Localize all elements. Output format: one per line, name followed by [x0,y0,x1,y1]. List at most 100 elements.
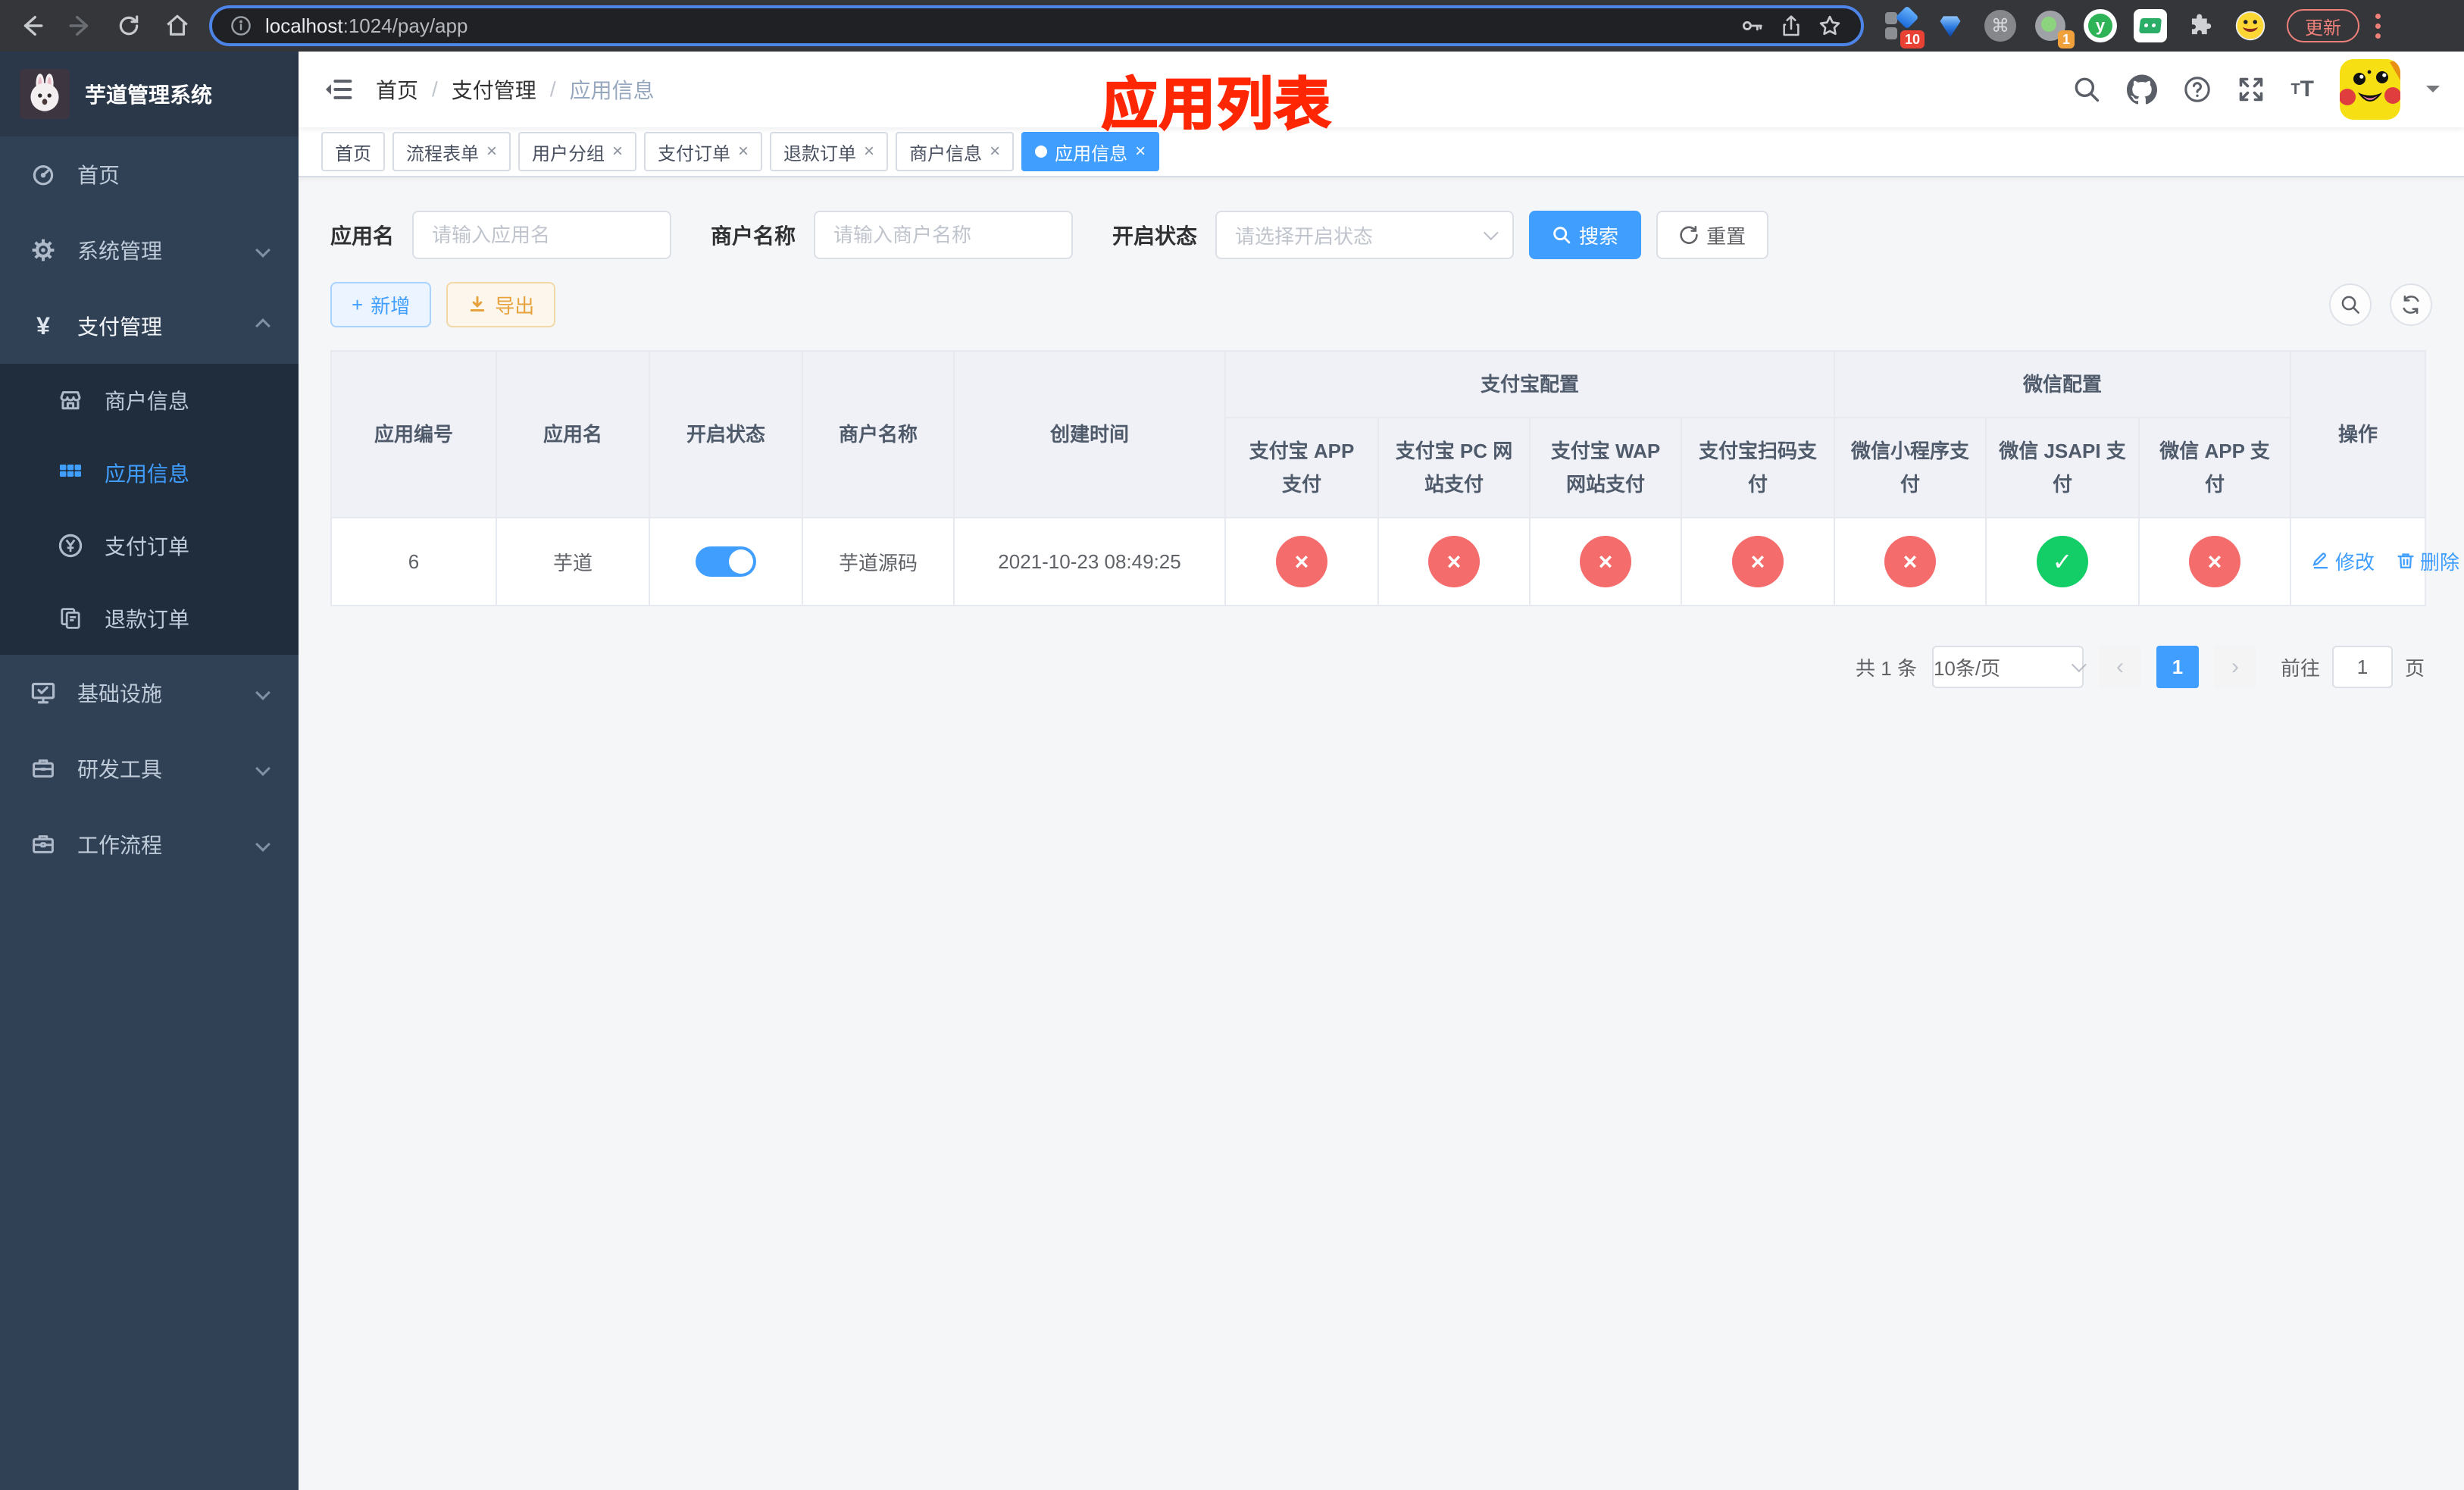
tab-refund-orders[interactable]: 退款订单 × [770,132,889,171]
sidebar-item-infrastructure[interactable]: 基础设施 [0,655,299,731]
col-header-alipay-pc: 支付宝 PC 网站支付 [1377,417,1531,518]
back-icon[interactable] [12,6,52,45]
tab-merchant-info[interactable]: 商户信息 × [896,132,1015,171]
puzzle-extensions-icon[interactable] [2182,8,2219,44]
prev-page-button[interactable]: ‹ [2098,646,2141,688]
github-icon[interactable] [2127,74,2158,105]
chevron-down-icon [255,761,270,776]
tab-user-group[interactable]: 用户分组 × [518,132,637,171]
recorder-extension-icon[interactable]: 1 [2032,8,2075,49]
breadcrumb-payment[interactable]: 支付管理 [452,74,536,105]
edit-link[interactable]: 修改 [2311,547,2375,575]
browser-menu-icon[interactable] [2375,13,2381,39]
reset-button[interactable]: 重置 [1656,211,1769,259]
goto-label: 前往 [2280,656,2320,680]
page-number-button[interactable]: 1 [2156,646,2199,688]
tab-process-form[interactable]: 流程表单 × [392,132,511,171]
dashboard-icon [30,162,56,186]
sidebar-item-system[interactable]: 系统管理 [0,212,299,288]
site-info-icon[interactable] [230,15,252,36]
vue-devtools-icon[interactable]: y [2082,8,2118,44]
hide-search-button[interactable] [2329,283,2372,326]
export-button[interactable]: 导出 [446,282,556,327]
tab-home[interactable]: 首页 [321,132,385,171]
next-page-button[interactable]: › [2213,646,2256,688]
reload-icon[interactable] [109,6,149,45]
app-name-input[interactable] [412,211,672,259]
status-badge: × [1884,536,1937,587]
refresh-table-button[interactable] [2390,283,2432,326]
profile-avatar-icon[interactable] [2232,8,2269,44]
header-search-icon[interactable] [2072,75,2101,104]
refresh-icon [1680,226,1698,244]
avatar-dropdown-caret[interactable] [2426,86,2440,99]
translate-extension-icon[interactable]: 10 [1882,5,1925,49]
command-extension-icon[interactable]: ⌘ [1982,8,2018,44]
close-icon[interactable]: × [612,142,623,161]
cell-id: 6 [330,517,497,606]
merchant-name-input[interactable] [814,211,1074,259]
search-button[interactable]: 搜索 [1529,211,1642,259]
chevron-down-icon [255,685,270,700]
close-icon[interactable]: × [864,142,874,161]
gem-extension-icon[interactable] [1932,8,1968,44]
enabled-toggle[interactable] [696,546,756,577]
sidebar-item-workflow[interactable]: 工作流程 [0,806,299,882]
address-bar[interactable]: localhost:1024/pay/app [209,5,1864,46]
sidebar-item-dev-tools[interactable]: 研发工具 [0,731,299,806]
url-text: localhost:1024/pay/app [265,14,468,37]
sidebar-item-merchant-info[interactable]: 商户信息 [0,364,299,437]
fullscreen-icon[interactable] [2237,76,2265,103]
sidebar-item-app-info[interactable]: 应用信息 [0,437,299,509]
sidebar-item-home[interactable]: 首页 [0,136,299,212]
close-icon[interactable]: × [990,142,1000,161]
breadcrumb: 首页 / 支付管理 / 应用信息 [376,74,655,105]
share-icon[interactable] [1779,14,1803,38]
status-badge: × [1732,536,1784,587]
breadcrumb-separator: / [432,77,438,101]
sidebar-item-refund-orders[interactable]: 退款订单 [0,582,299,655]
user-avatar[interactable] [2340,59,2400,120]
sidebar-item-pay-orders[interactable]: 支付订单 [0,509,299,582]
status-badge: × [1276,536,1327,587]
add-button[interactable]: + 新增 [330,282,432,327]
col-header-alipay-wap: 支付宝 WAP 网站支付 [1529,417,1682,518]
goto-page-input[interactable] [2331,646,2393,688]
col-header-merchant: 商户名称 [802,350,955,518]
password-key-icon[interactable] [1740,13,1765,39]
close-icon[interactable]: × [486,142,497,161]
monitor-icon [30,680,56,706]
page-size-select[interactable]: 10条/页 [1931,646,2087,688]
col-header-wechat-jsapi: 微信 JSAPI 支付 [1985,417,2140,518]
help-icon[interactable] [2183,75,2212,104]
breadcrumb-home[interactable]: 首页 [376,74,418,105]
app-name-label: 应用名 [330,224,395,248]
gear-icon [30,238,56,262]
sidebar-fold-icon[interactable] [323,74,353,105]
breadcrumb-current: 应用信息 [569,79,655,102]
tab-app-info[interactable]: 应用信息 × [1021,132,1160,171]
grid-icon [58,461,83,485]
font-size-icon[interactable]: TT [2290,77,2314,102]
chevron-up-icon [255,318,270,333]
search-form: 应用名 商户名称 开启状态 请选择开启状态 搜索 重置 [330,211,2432,259]
workflow-icon [30,832,56,856]
delete-link[interactable]: 删除 [2396,547,2459,575]
sidebar-item-payment[interactable]: ¥ 支付管理 [0,288,299,364]
tab-pay-orders[interactable]: 支付订单 × [644,132,763,171]
table-toolbar: + 新增 导出 [330,282,2432,327]
bookmark-star-icon[interactable] [1817,13,1843,39]
close-icon[interactable]: × [738,142,749,161]
chrome-update-button[interactable]: 更新 [2287,9,2359,42]
col-header-name: 应用名 [496,350,650,518]
close-icon[interactable]: × [1135,142,1146,161]
chat-extension-icon[interactable] [2132,8,2169,44]
app-logo[interactable]: 芋道管理系统 [0,52,299,136]
tags-view-bar: 首页 流程表单 × 用户分组 × 支付订单 × 退款订单 × 商户信息 × 应用信息 × [299,127,2464,177]
home-icon[interactable] [158,6,197,45]
browser-toolbar: localhost:1024/pay/app 10 ⌘ 1 y 更新 [0,0,2464,52]
document-icon [58,606,83,631]
forward-icon[interactable] [61,6,100,45]
app-title: 芋道管理系统 [85,83,213,107]
status-select[interactable]: 请选择开启状态 [1215,211,1515,259]
